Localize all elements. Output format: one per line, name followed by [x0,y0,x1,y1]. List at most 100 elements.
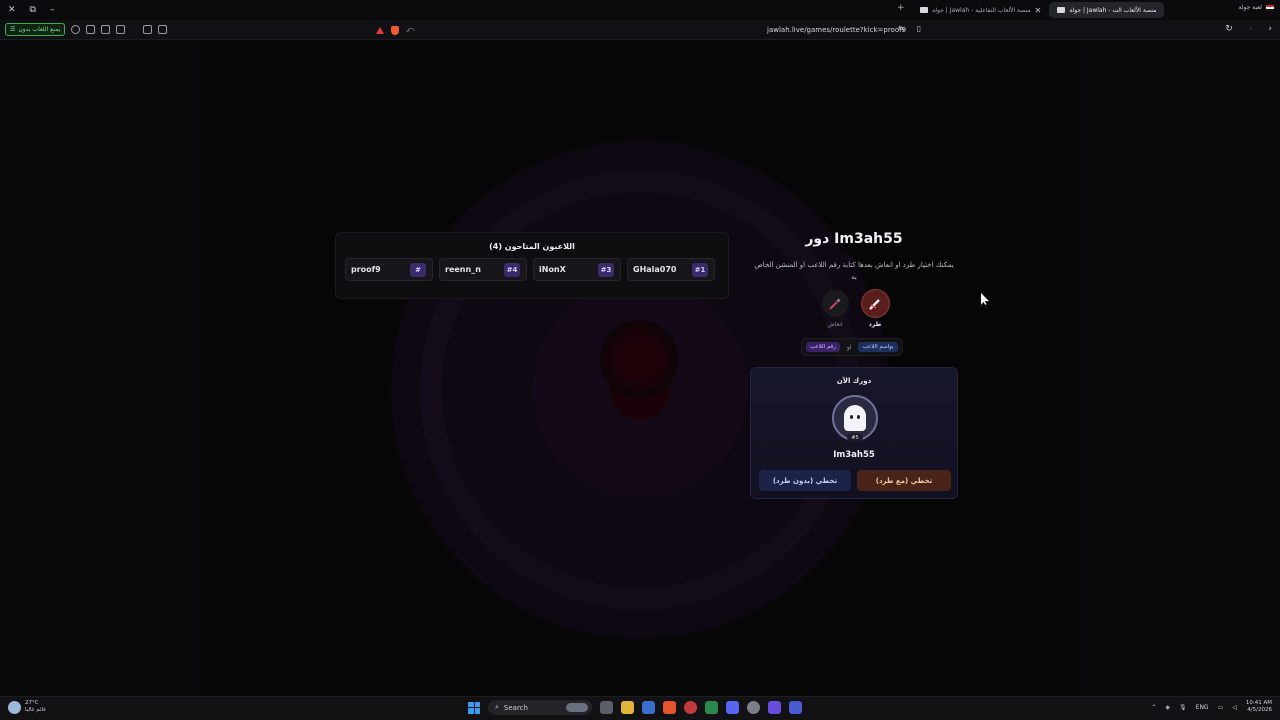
reader-mode-icon[interactable]: ⤺ [406,25,415,35]
language-indicator[interactable]: ENG [1196,704,1209,711]
revive-label: انعاش [827,321,843,328]
pinned-tab-label: لعبة جولة [1238,4,1262,11]
system-tray: ⌃ ◈ 🎙 ENG ▭ ◁ 10:41 AM 4/5/2026 [1151,700,1272,714]
current-turn-title: دورك الآن [836,377,872,385]
pinned-tab[interactable]: لعبة جولة [1238,4,1274,11]
tray-app-icon[interactable]: ◈ [1165,704,1170,711]
settings-icon[interactable] [747,701,760,714]
network-icon[interactable]: ▭ [1218,704,1224,711]
target-mode-selector: رقم اللاعب او بواسم اللاعب [801,338,903,356]
tab-close-icon[interactable]: ✕ [1035,6,1042,15]
clock[interactable]: 10:41 AM 4/5/2026 [1246,700,1272,714]
close-window-icon[interactable]: ✕ [8,5,16,15]
syringe-icon [821,290,849,317]
left-backdrop [0,40,200,696]
brave-browser-icon[interactable] [663,701,676,714]
kick-action-button[interactable]: طرد [860,290,890,328]
players-title: اللاعبون المتاحون (4) [489,242,575,251]
forward-icon[interactable]: › [1268,24,1272,34]
extensions-icon[interactable] [86,25,96,34]
taskbar-search[interactable]: ⌕ Search [488,700,592,715]
bookmark-icon[interactable]: ▯ [917,24,921,33]
player-card[interactable]: iNonX #3 [533,258,621,281]
weather-cloud-icon [8,700,21,714]
action-picker: انعاش طرد [820,290,890,328]
player-card[interactable]: GHala070 #1 [627,258,715,281]
right-backdrop [1080,40,1280,696]
brave-shield-icon[interactable] [391,25,399,35]
kick-label: طرد [868,321,882,328]
player-name: iNonX [539,265,566,274]
revive-action-button[interactable]: انعاش [820,290,850,328]
kick-icon [861,290,889,317]
sidebar-panel-icon[interactable] [116,25,126,34]
player-name: reenn_n [445,265,481,274]
skip-with-kick-button[interactable]: تخطي (مع طرد) [857,470,951,491]
microphone-icon[interactable]: 🎙 [1179,704,1187,711]
app-icon-blue[interactable] [789,701,802,714]
excel-icon[interactable] [705,701,718,714]
current-player-name: Im3ah55 [833,450,875,460]
screenshot-icon[interactable] [143,25,153,34]
weather-desc: غائم غالبا [25,707,47,713]
shield-icon[interactable] [71,25,81,34]
ghost-avatar-icon [844,405,866,431]
store-icon[interactable] [642,701,655,714]
tab-jawlah-1[interactable]: جولة | Jawlah - منصة الألعاب التفاعلية ✕ [912,2,1049,18]
green-button-label: يمنع اللعاب بدون [18,26,61,33]
mode-or-text: او [846,343,852,351]
window-controls: ✕ ⧉ – [0,5,54,15]
player-number-badge: #1 [692,263,708,277]
menu-icon: ☰ [10,26,16,33]
player-name: GHala070 [633,265,677,274]
skip-without-kick-button[interactable]: تخطي (بدون طرد) [759,470,851,491]
turn-title: دور Im3ah55 [805,231,903,247]
windows-taskbar: 27°C غائم غالبا ⌕ Search ⌃ ◈ 🎙 ENG ▭ ◁ 1… [0,696,1280,720]
discord-icon[interactable] [726,701,739,714]
mode-by-number[interactable]: رقم اللاعب [806,342,840,352]
flag-icon [1266,4,1274,11]
player-card[interactable]: reenn_n #4 [439,258,527,281]
reload-icon[interactable]: ↻ [1225,24,1233,34]
mouse-cursor-icon [981,293,989,305]
player-number-badge: #3 [598,263,614,277]
mode-by-mention[interactable]: بواسم اللاعب [858,342,898,352]
player-number-badge: #4 [504,263,520,277]
start-button[interactable] [468,701,480,714]
restore-window-icon[interactable]: ⧉ [30,5,36,15]
weather-widget[interactable]: 27°C غائم غالبا [8,700,46,714]
new-tab-icon[interactable]: + [897,3,905,13]
search-icon: ⌕ [495,703,499,711]
tab-grid-icon[interactable] [101,25,111,34]
app-icon-red[interactable] [684,701,697,714]
file-explorer-icon[interactable] [621,701,634,714]
current-turn-card: دورك الآن #5 Im3ah55 تخطي (بدون طرد) تخط… [750,367,958,499]
translate-icon[interactable]: ⇆ [898,24,905,33]
task-view-icon[interactable] [600,701,613,714]
browser-tabstrip: ✕ ⧉ – + جولة | Jawlah - منصة الألعاب الت… [0,0,1280,20]
warning-triangle-icon[interactable] [376,26,384,34]
available-players-card: اللاعبون المتاحون (4) proof9 # reenn_n #… [335,232,729,299]
roulette-wheel-center [600,320,678,398]
player-number-badge: # [410,263,426,277]
clock-date: 4/5/2026 [1247,707,1272,713]
page-content: اللاعبون المتاحون (4) proof9 # reenn_n #… [0,40,1280,696]
player-card[interactable]: proof9 # [345,258,433,281]
tab-label: جولة | Jawlah - منصة الألعاب الت [1069,6,1157,14]
volume-icon[interactable]: ◁ [1232,704,1237,711]
sidebar-toggle-button[interactable]: ☰ يمنع اللعاب بدون [5,23,66,36]
history-icon[interactable] [158,25,168,34]
browser-toolbar: ☰ يمنع اللعاب بدون ⤺ jawlah.live/games/r… [0,20,1280,40]
player-name: proof9 [351,265,381,274]
address-bar-url[interactable]: jawlah.live/games/roulette?kick=proof9 [767,26,906,34]
search-placeholder: Search [503,703,528,712]
jawlah-favicon-icon [1057,7,1066,13]
app-icon-purple[interactable] [768,701,781,714]
tab-jawlah-active[interactable]: جولة | Jawlah - منصة الألعاب الت [1049,2,1165,18]
tray-chevron-icon[interactable]: ⌃ [1151,704,1156,711]
jawlah-favicon-icon [920,7,928,13]
minimize-window-icon[interactable]: – [50,5,55,15]
turn-instructions: يمكنك اختيار طرد او انعاش بعدها كتابة رق… [754,261,954,281]
tab-label: جولة | Jawlah - منصة الألعاب التفاعلية [932,6,1031,14]
back-icon[interactable]: ‹ [1249,24,1253,34]
